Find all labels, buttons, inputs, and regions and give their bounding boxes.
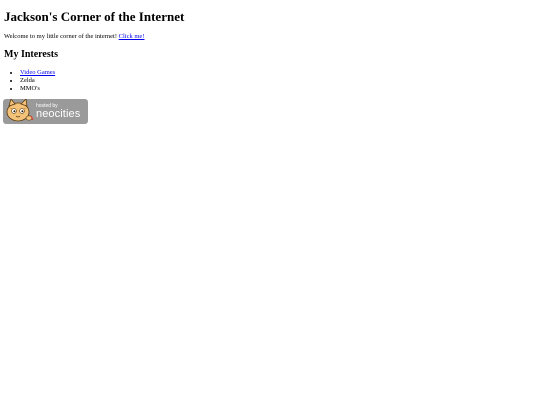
interests-heading: My Interests xyxy=(4,49,58,60)
intro-text: Welcome to my little corner of the inter… xyxy=(4,33,119,40)
click-me-link[interactable]: Click me! xyxy=(119,33,145,40)
interest-item-mmos: MMO's xyxy=(20,85,55,93)
video-games-link[interactable]: Video Games xyxy=(20,69,55,76)
neocities-badge[interactable]: hosted by neocities xyxy=(3,99,88,124)
interests-list: Video Games Zelda MMO's xyxy=(4,69,55,93)
page: Jackson's Corner of the Internet Welcome… xyxy=(0,0,540,405)
interest-item-video-games: Video Games xyxy=(20,69,55,77)
neocities-cat-icon xyxy=(6,99,34,122)
interest-item-zelda: Zelda xyxy=(20,77,55,85)
badge-neocities-text: neocities xyxy=(36,108,81,120)
page-title: Jackson's Corner of the Internet xyxy=(4,9,185,24)
intro-paragraph: Welcome to my little corner of the inter… xyxy=(4,33,144,41)
